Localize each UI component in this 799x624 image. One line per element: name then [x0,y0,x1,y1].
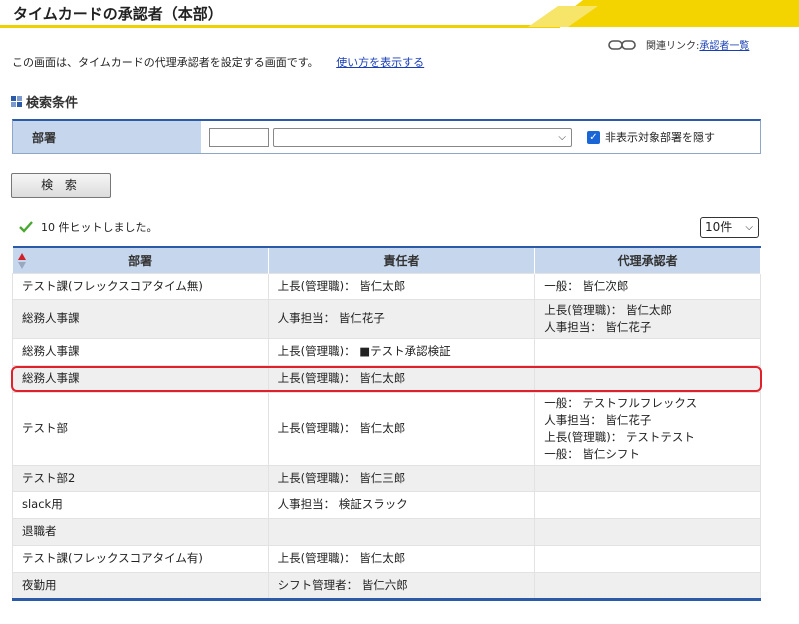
proxy-cell [534,571,761,600]
title-wedge-decoration [528,0,799,27]
column-header-proxy: 代理承認者 [534,247,761,273]
manager-cell: 上長(管理職)： 皆仁太郎 [267,544,536,573]
manager-cell: 人事担当： 検証スラック [267,490,536,519]
table-row[interactable]: テスト課(フレックスコアタイム有) 上長(管理職)： 皆仁太郎 [12,544,761,573]
dept-label: 部署 [13,121,201,153]
column-header-label: 責任者 [383,253,420,268]
column-header-dept[interactable]: 部署 [12,247,269,273]
table-row[interactable]: テスト部2 上長(管理職)： 皆仁三郎 [12,464,761,492]
column-header-label: 部署 [128,253,153,268]
table-header-row: 部署 責任者 代理承認者 [12,247,761,273]
proxy-approver: 一般： テストフルフレックス [544,395,698,410]
hide-label: 非表示対象部署を隠す [605,131,715,144]
proxy-cell [534,490,761,519]
title-bar: タイムカードの承認者（本部） [0,0,799,28]
dept-code-input[interactable] [209,127,269,147]
grid-squares-icon [11,96,22,107]
results-body: テスト課(フレックスコアタイム無) 上長(管理職)： 皆仁太郎 一般： 皆仁次郎 総務… [12,272,761,600]
proxy-cell [534,364,761,393]
proxy-cell: 一般： 皆仁次郎 [534,272,761,300]
hit-text: 10 件ヒットしました。 [41,221,158,234]
hide-hidden-depts-checkbox[interactable]: ✓ 非表示対象部署を隠す [587,129,715,145]
dept-cell: テスト課(フレックスコアタイム無) [12,272,269,300]
proxy-cell: 上長(管理職)： 皆仁太郎 人事担当： 皆仁花子 [534,298,761,339]
dept-cell: 総務人事課 [12,337,269,366]
chevron-down-icon: ⌵ [558,131,566,143]
search-conditions-heading: 検索条件 [11,92,78,111]
show-usage-link[interactable]: 使い方を表示する [336,56,424,69]
dept-cell: 退職者 [12,517,269,546]
table-row[interactable]: テスト課(フレックスコアタイム無) 上長(管理職)： 皆仁太郎 一般： 皆仁次郎 [12,272,761,300]
section-title: 検索条件 [26,96,79,111]
approver-list-link[interactable]: 承認者一覧 [699,37,749,52]
chain-link-icon [608,39,636,50]
proxy-approver: 一般： 皆仁シフト [544,446,640,461]
manager-cell: 上長(管理職)： 皆仁三郎 [267,464,536,492]
column-header-manager: 責任者 [267,247,536,273]
intro: この画面は、タイムカードの代理承認者を設定する画面です。 使い方を表示する [12,54,424,70]
manager-cell: 上長(管理職)： 皆仁太郎 [267,272,536,300]
table-row[interactable]: 夜勤用 シフト管理者： 皆仁六郎 [12,571,761,600]
dept-cell: 夜勤用 [12,571,269,600]
proxy-approver: 一般： 皆仁次郎 [544,278,629,293]
page-title: タイムカードの承認者（本部） [13,5,223,23]
proxy-approver: 人事担当： 皆仁花子 [544,412,652,427]
dept-cell: テスト部 [12,391,269,466]
proxy-cell [534,544,761,573]
search-fields: ⌵ ✓ 非表示対象部署を隠す [201,121,760,153]
search-form: 部署 ⌵ ✓ 非表示対象部署を隠す [12,119,761,154]
sort-icon[interactable] [17,253,26,269]
manager-cell: 上長(管理職)： 皆仁太郎 [267,391,536,466]
proxy-cell [534,337,761,366]
proxy-cell [534,464,761,492]
related-prefix: 関連リンク: [646,41,700,52]
dept-cell: slack用 [12,490,269,519]
column-header-label: 代理承認者 [617,253,678,268]
results-table: 部署 責任者 代理承認者 テスト課(フレックスコアタイム無) 上長(管理職)： 皆… [12,246,761,601]
table-row[interactable]: 総務人事課 人事担当： 皆仁花子 上長(管理職)： 皆仁太郎 人事担当： 皆仁花子 [12,298,761,339]
table-row[interactable]: 退職者 [12,517,761,546]
proxy-cell: 一般： テストフルフレックス 人事担当： 皆仁花子上長(管理職)： テストテスト一… [534,391,761,466]
table-row[interactable]: テスト部 上長(管理職)： 皆仁太郎 一般： テストフルフレックス 人事担当： 皆仁花… [12,391,761,466]
title-underline [0,25,560,28]
table-row[interactable]: 総務人事課 上長(管理職)： ■テスト承認検証 [12,337,761,366]
proxy-approver: 人事担当： 皆仁花子 [544,319,652,334]
proxy-approver: 上長(管理職)： テストテスト [544,429,695,444]
hit-count: 10 件ヒットしました。 [19,219,158,235]
per-page-select[interactable]: 10件 ⌵ [700,217,759,238]
manager-cell: 人事担当： 皆仁花子 [267,298,536,339]
chevron-down-icon: ⌵ [745,222,753,233]
manager-cell: 上長(管理職)： 皆仁太郎 [267,364,536,393]
proxy-approver: 上長(管理職)： 皆仁太郎 [544,302,672,317]
dept-cell: テスト課(フレックスコアタイム有) [12,544,269,573]
manager-cell: 上長(管理職)： ■テスト承認検証 [267,337,536,366]
related-links: 関連リンク: 承認者一覧 [608,37,749,52]
table-row[interactable]: 総務人事課 上長(管理職)： 皆仁太郎 [12,364,761,393]
dept-cell: テスト部2 [12,464,269,492]
proxy-cell [534,517,761,546]
manager-cell: シフト管理者： 皆仁六郎 [267,571,536,600]
table-row[interactable]: slack用 人事担当： 検証スラック [12,490,761,519]
per-page-value: 10件 [705,220,733,234]
dept-cell: 総務人事課 [12,364,269,393]
manager-cell [267,517,536,546]
dept-cell: 総務人事課 [12,298,269,339]
check-icon [19,221,33,233]
dept-select[interactable]: ⌵ [273,127,572,147]
checkbox-checked-icon[interactable]: ✓ [587,130,600,144]
search-button[interactable]: 検 索 [11,173,111,198]
intro-text: この画面は、タイムカードの代理承認者を設定する画面です。 [12,56,319,69]
